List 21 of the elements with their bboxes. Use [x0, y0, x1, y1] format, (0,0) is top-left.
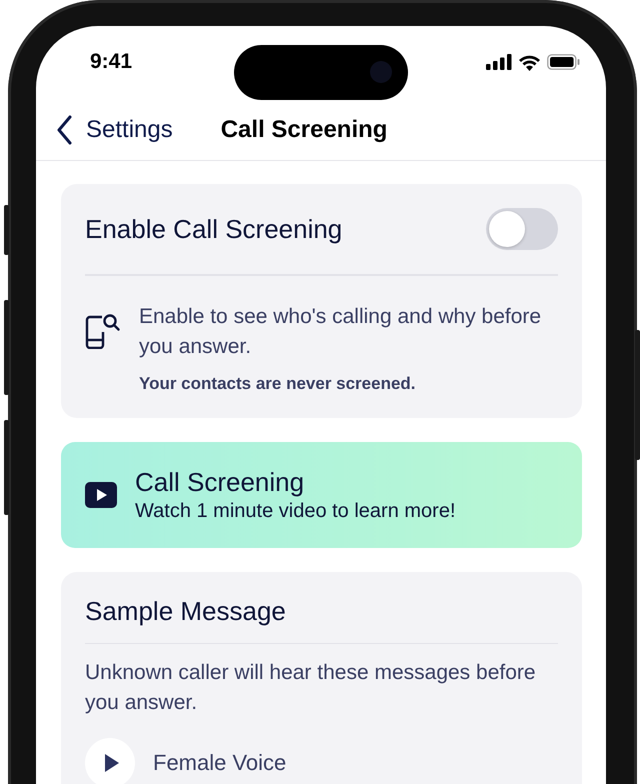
status-time: 9:41 — [90, 50, 132, 74]
chevron-left-icon — [56, 115, 72, 145]
phone-search-icon — [85, 312, 121, 348]
note-text: Your contacts are never screened. — [139, 374, 417, 394]
description-text: Enable to see who's calling and why before you answer. — [139, 304, 542, 360]
description-text: Unknown caller will hear these messages before you answer. — [85, 660, 537, 716]
play-icon — [104, 753, 120, 773]
banner-title: Call Screening — [135, 466, 306, 498]
screen-title: Call Screening — [220, 116, 388, 144]
play-button[interactable] — [85, 738, 135, 784]
voice-label: Female Voice — [153, 750, 286, 776]
toggle-switch[interactable] — [486, 208, 558, 250]
signal-icon — [486, 54, 512, 70]
card-title: Sample Message — [85, 594, 287, 628]
video-banner[interactable]: Call Screening Watch 1 minute video to learn more! — [61, 442, 582, 548]
play-icon — [85, 482, 117, 508]
battery-icon — [547, 54, 580, 70]
back-button[interactable]: Settings — [56, 115, 173, 145]
card-title: Enable Call Screening — [85, 214, 342, 244]
banner-subtitle: Watch 1 minute video to learn more! — [135, 500, 456, 522]
wifi-icon — [518, 54, 541, 70]
